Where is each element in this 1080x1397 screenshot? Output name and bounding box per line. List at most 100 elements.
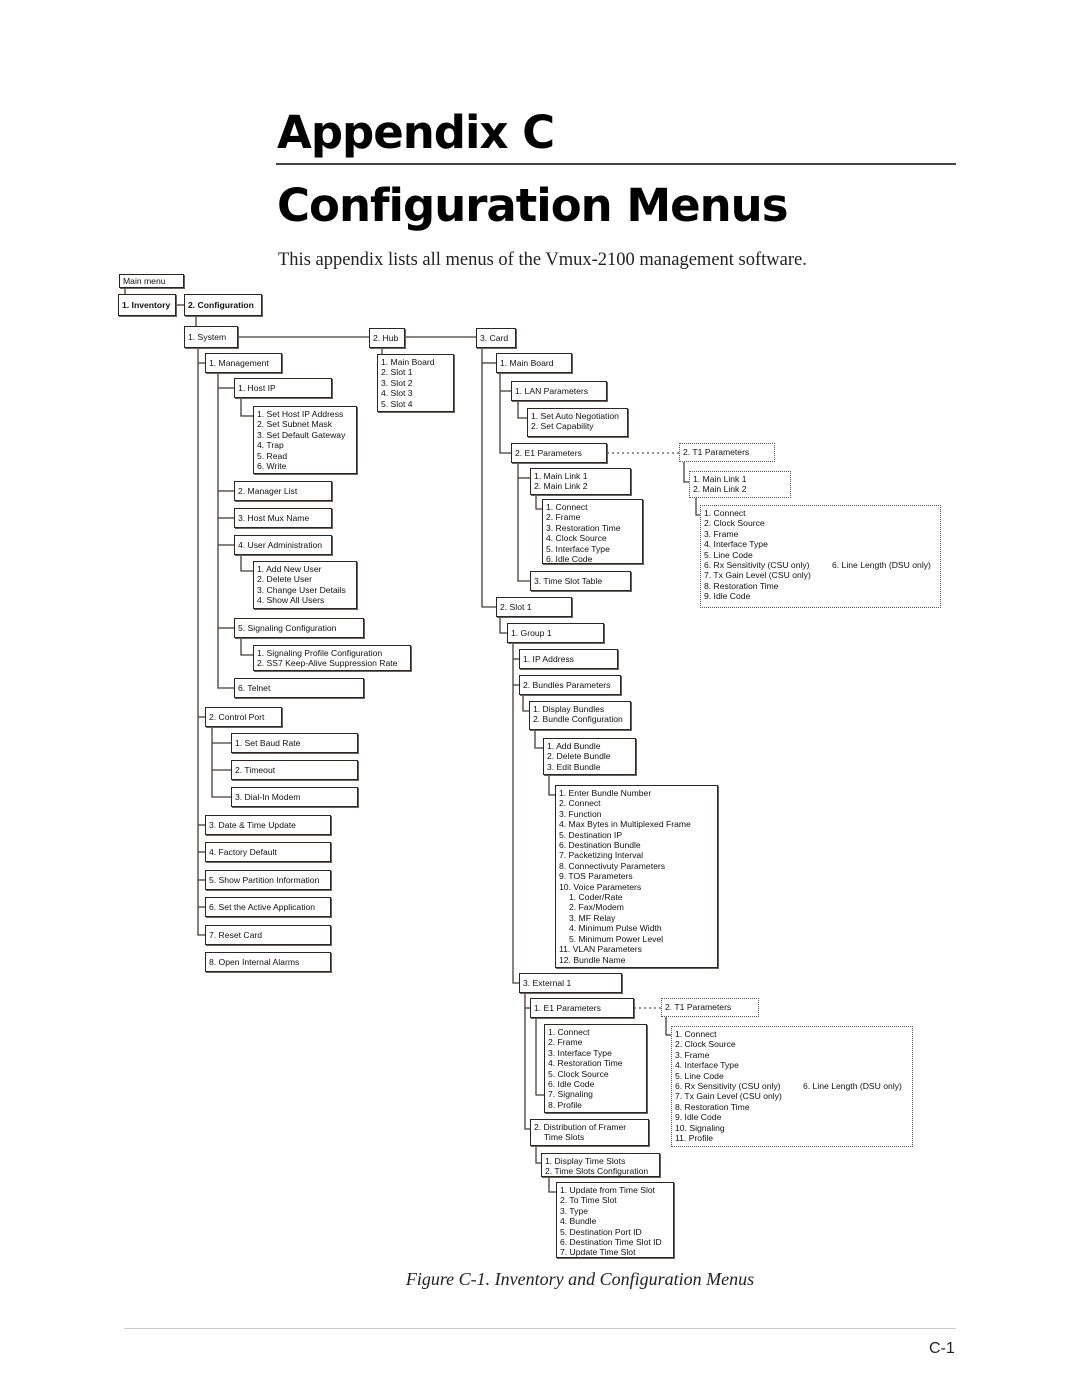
menu-item: 6. Rx Sensitivity (CSU only) 6. Line Leng…: [704, 560, 931, 571]
menu-item: 2. Fax/Modem: [569, 902, 624, 913]
menu-item: 8. Restoration Time: [704, 580, 779, 591]
menu-box-reset-card: 7. Reset Card: [205, 925, 331, 945]
menu-item: 7. Tx Gain Level (CSU only): [704, 570, 811, 581]
figure-caption: Figure C-1. Inventory and Configuration …: [405, 1269, 755, 1289]
menu-item: 3. Host Mux Name: [238, 512, 310, 523]
menu-box-lan-items: 1. Set Auto Negotiation 2. Set Capability: [527, 408, 628, 437]
menu-item: 4. Interface Type: [704, 539, 768, 550]
tree-connectors: [124, 288, 700, 1193]
footer-divider: [124, 1328, 956, 1329]
menu-box-t1-params: 2. T1 Parameters: [679, 443, 775, 462]
menu-item-alternate: 6. Line Length (DSU only): [832, 560, 931, 571]
menu-item: 1. Connect: [675, 1029, 717, 1039]
menu-item: 4. Restoration Time: [548, 1058, 623, 1069]
menu-box-management: 1. Management: [205, 353, 282, 373]
menu-box-configuration: 2. Configuration: [184, 294, 262, 316]
menu-item: 3. Change User Details: [257, 584, 346, 595]
menu-item: 4. Interface Type: [675, 1060, 739, 1071]
menu-box-ext-e1-items: 1. Connect 2. Frame 3. Interface Type 4. Re…: [544, 1024, 647, 1113]
menu-item: 5. Clock Source: [548, 1068, 609, 1079]
menu-box-card: 3. Card: [476, 328, 516, 348]
tree-connector: [240, 555, 253, 572]
menu-box-date-time: 3. Date & Time Update: [205, 815, 331, 835]
menu-item: 7. Tx Gain Level (CSU only): [675, 1091, 782, 1102]
page-number: C-1: [929, 1340, 955, 1357]
menu-item: 3. Type: [560, 1205, 589, 1216]
menu-item: 5. Interface Type: [546, 543, 610, 554]
menu-item: 4. Trap: [257, 440, 284, 451]
menu-item: 4. Minimum Pulse Width: [569, 923, 662, 934]
menu-box-hub-items: 1. Main Board 2. Slot 1 3. Slot 2 4. Slot 3…: [377, 354, 454, 412]
menu-item: 1. Set Baud Rate: [235, 737, 301, 748]
menu-item: 1. Enter Bundle Number: [559, 788, 652, 798]
menu-item: 8. Connectivuty Parameters: [559, 860, 666, 871]
menu-item: 1. Inventory: [122, 299, 171, 310]
menu-item: 1. Main Board: [500, 357, 554, 368]
menu-box-edit-bundle-items: 1. Enter Bundle Number 2. Connect 3. Funct…: [555, 785, 718, 968]
menu-item: 5. Signaling Configuration: [238, 622, 337, 633]
menu-item-alternate: 6. Line Length (DSU only): [803, 1081, 902, 1092]
menu-box-partition-info: 5. Show Partition Information: [205, 870, 331, 890]
menu-item: 3. Set Default Gateway: [257, 429, 346, 440]
menu-item: 3. Interface Type: [548, 1047, 612, 1058]
menu-item: 4. User Administration: [238, 539, 323, 550]
menu-item: 2. E1 Parameters: [515, 447, 582, 458]
menu-box-signaling-items: 1. Signaling Profile Configuration 2. SS7…: [253, 645, 411, 671]
menu-item: 3. MF Relay: [569, 912, 616, 923]
menu-box-dialin-modem: 3. Dial-In Modem: [231, 787, 358, 807]
menu-box-user-admin-items: 1. Add New User 2. Delete User 3. Change U…: [253, 561, 357, 609]
menu-item: 8. Open Internal Alarms: [209, 956, 300, 967]
menu-item: 1. Main Link 1: [693, 474, 747, 484]
menu-item: 2. Time Slots Configuration: [545, 1166, 649, 1177]
menu-box-e1-link-items: 1. Connect 2. Frame 3. Restoration Time 4. …: [542, 499, 643, 564]
menu-item: 10. Voice Parameters: [559, 881, 642, 892]
menu-item: 3. Restoration Time: [546, 522, 621, 533]
menu-item: 1. Group 1: [511, 627, 552, 638]
menu-item: 1. Host IP: [238, 382, 276, 393]
menu-item: 2. Main Link 2: [534, 481, 588, 492]
menu-box-host-ip-items: 1. Set Host IP Address 2. Set Subnet Mask…: [253, 406, 357, 474]
menu-item: 2. Connect: [559, 798, 601, 809]
menu-box-bundles-items: 1. Display Bundles 2. Bundle Configuratio…: [529, 701, 631, 730]
menu-box-baud-rate: 1. Set Baud Rate: [231, 733, 358, 753]
menu-item: 5. Minimum Power Level: [569, 933, 664, 944]
menu-item: 2. Clock Source: [675, 1039, 736, 1050]
menu-box-bundles-params: 2. Bundles Parameters: [519, 675, 621, 695]
menu-item: 2. Delete Bundle: [547, 751, 611, 762]
tree-connector: [548, 1177, 556, 1193]
menu-item: 6. Telnet: [238, 682, 271, 693]
menu-item: 1. Add Bundle: [547, 741, 601, 751]
menu-item: 2. Clock Source: [704, 518, 765, 529]
menu-box-system: 1. System: [184, 326, 238, 348]
menu-box-group1: 1. Group 1: [507, 623, 604, 643]
menu-item: 4. Slot 3: [381, 388, 413, 399]
tree-connector: [517, 463, 530, 582]
menu-item: 1. IP Address: [523, 653, 574, 664]
menu-item: 3. Dial-In Modem: [235, 791, 301, 802]
menu-box-user-admin: 4. User Administration: [234, 535, 332, 555]
menu-box-factory-default: 4. Factory Default: [205, 842, 331, 862]
menu-item: 4. Show All Users: [257, 595, 325, 606]
menu-box-ext-e1-params: 1. E1 Parameters: [530, 998, 634, 1018]
menu-item: 2. Timeout: [235, 764, 276, 775]
menu-item: 6. Write: [257, 461, 287, 472]
menu-item: 2. Frame: [548, 1037, 583, 1048]
menu-item: 3. Function: [559, 808, 602, 819]
menu-item: 1. Display Bundles: [533, 704, 605, 714]
menu-item: 2. Main Link 2: [693, 484, 747, 495]
menu-item: 4. Clock Source: [546, 533, 607, 544]
menu-item: 6. Set the Active Application: [209, 901, 316, 912]
menu-item: 1. Connect: [546, 502, 588, 512]
menu-item: 6. Idle Code: [546, 554, 593, 565]
menu-item: 3. Frame: [675, 1049, 710, 1060]
menu-box-inventory: 1. Inventory: [118, 294, 176, 316]
menu-box-e1-params: 2. E1 Parameters: [511, 443, 607, 463]
menu-box-main-links: 1. Main Link 1 2. Main Link 2: [530, 468, 631, 495]
menu-box-timeout: 2. Timeout: [231, 760, 358, 780]
menu-item: 3. Edit Bundle: [547, 761, 601, 772]
menu-item: 2. Set Capability: [531, 421, 594, 432]
menu-item: 1. System: [188, 331, 227, 342]
menu-item: 2. Slot 1: [381, 367, 413, 378]
menu-item: 7. Reset Card: [209, 929, 263, 940]
menu-item: 2. Control Port: [209, 711, 265, 722]
